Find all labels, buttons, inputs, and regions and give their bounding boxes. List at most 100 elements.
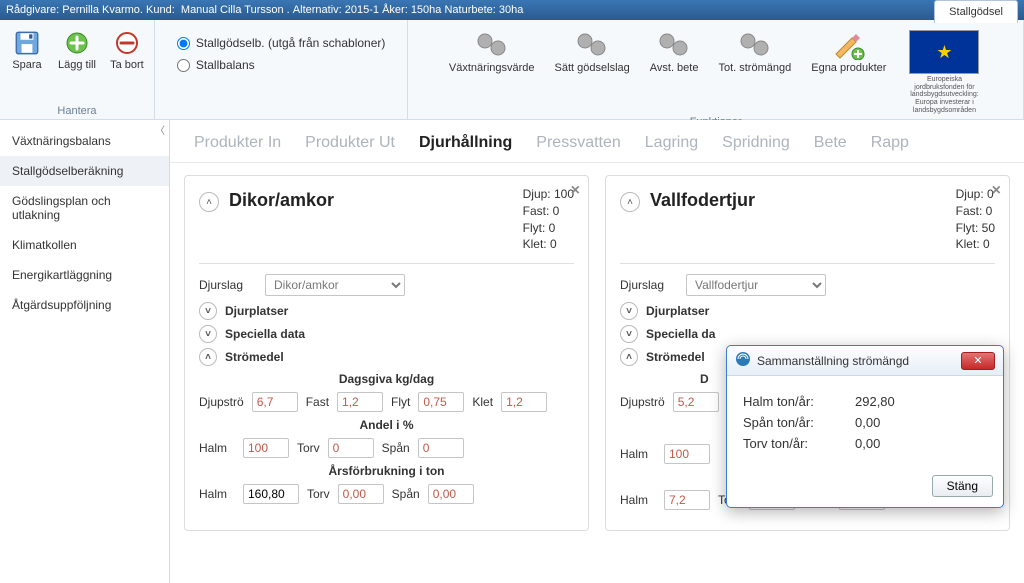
fast-label: Fast <box>306 395 329 409</box>
customer-label: Kund: <box>146 0 175 20</box>
card-dikor-amkor: × ˄ Dikor/amkor Djup: 100 Fast: 0 Flyt: … <box>184 175 589 531</box>
card-stats: Djup: 0 Fast: 0 Flyt: 50 Klet: 0 <box>956 186 995 253</box>
toggle-speciella[interactable]: ˅ <box>199 325 217 343</box>
section-djurplatser-label: Djurplatser <box>646 304 709 318</box>
djupstro-input[interactable] <box>252 392 298 412</box>
collapse-card-toggle[interactable]: ˄ <box>199 192 219 212</box>
mode-radio-schablon-input[interactable] <box>177 37 190 50</box>
minus-circle-icon <box>114 30 140 56</box>
tab-produkter-in[interactable]: Produkter In <box>194 134 281 152</box>
ars-span-label: Spån <box>392 487 420 501</box>
add-label: Lägg till <box>58 59 96 71</box>
subtabs: Produkter In Produkter Ut Djurhållning P… <box>170 120 1024 163</box>
andel-span-label: Spån <box>382 441 410 455</box>
tab-bete[interactable]: Bete <box>814 134 847 152</box>
djurslag-label: Djurslag <box>620 278 678 292</box>
section-stromedel-label: Strömedel <box>646 350 705 364</box>
djurslag-select[interactable]: Vallfodertjur <box>686 274 826 296</box>
djurslag-select[interactable]: Dikor/amkor <box>265 274 405 296</box>
djupstro-label: Djupströ <box>620 395 665 409</box>
sidebar: 〈 Växtnäringsbalans Stallgödselberäkning… <box>0 120 170 583</box>
alt-label: Alternativ: <box>293 0 342 20</box>
tab-lagring[interactable]: Lagring <box>645 134 698 152</box>
mode-radio-schablon[interactable]: Stallgödselb. (utgå från schabloner) <box>177 36 385 50</box>
card-stats: Djup: 100 Fast: 0 Flyt: 0 Klet: 0 <box>523 186 574 253</box>
remove-button[interactable]: Ta bort <box>110 30 144 71</box>
collapse-card-toggle[interactable]: ˄ <box>620 192 640 212</box>
collapse-sidebar-icon[interactable]: 〈 <box>155 122 165 137</box>
dagsgiva-header: Dagsgiva kg/dag <box>199 372 574 386</box>
close-card-icon[interactable]: × <box>992 182 1001 200</box>
func-label-2: Sätt gödselslag <box>555 62 630 74</box>
flyt-input[interactable] <box>418 392 464 412</box>
andel-span-input[interactable] <box>418 438 464 458</box>
andel-halm-input[interactable] <box>664 444 710 464</box>
func-egna-produkter[interactable]: Egna produkter <box>811 30 886 74</box>
ars-halm-input[interactable] <box>664 490 710 510</box>
ribbon: Spara Lägg till Ta bort Hantera Stallgöd… <box>0 20 1024 120</box>
mode-radio-stallbalans[interactable]: Stallbalans <box>177 58 255 72</box>
andel-header: Andel i % <box>199 418 574 432</box>
tab-pressvatten[interactable]: Pressvatten <box>536 134 620 152</box>
ribbon-tab-stallgodsel[interactable]: Stallgödsel <box>934 0 1018 23</box>
modal-row-halm-value: 292,80 <box>855 394 895 409</box>
func-label-1: Växtnäringsvärde <box>449 62 535 74</box>
modal-close-button[interactable]: ✕ <box>961 352 995 370</box>
func-vaxtnaringsvarde[interactable]: Växtnäringsvärde <box>449 30 535 74</box>
tab-spridning[interactable]: Spridning <box>722 134 790 152</box>
mode-radio-stallbalans-input[interactable] <box>177 59 190 72</box>
remove-label: Ta bort <box>110 59 144 71</box>
toggle-stromedel[interactable]: ˄ <box>199 348 217 366</box>
ars-span-input[interactable] <box>428 484 474 504</box>
toggle-djurplatser[interactable]: ˅ <box>199 302 217 320</box>
stat-fast: Fast: 0 <box>956 203 995 220</box>
andel-halm-input[interactable] <box>243 438 289 458</box>
tab-produkter-ut[interactable]: Produkter Ut <box>305 134 395 152</box>
card-title: Dikor/amkor <box>229 186 334 211</box>
close-card-icon[interactable]: × <box>571 182 580 200</box>
stat-klet: Klet: 0 <box>523 236 574 253</box>
stat-fast: Fast: 0 <box>523 203 574 220</box>
mode-radio-stallbalans-label: Stallbalans <box>196 58 255 72</box>
sidebar-item-klimatkollen[interactable]: Klimatkollen <box>0 230 169 260</box>
tab-djurhallning[interactable]: Djurhållning <box>419 134 512 152</box>
gears-icon <box>474 30 510 60</box>
advisor-label: Rådgivare: <box>6 0 59 20</box>
andel-torv-input[interactable] <box>328 438 374 458</box>
add-button[interactable]: Lägg till <box>58 30 96 71</box>
klet-input[interactable] <box>501 392 547 412</box>
modal-close-stang-button[interactable]: Stäng <box>932 475 993 497</box>
func-satt-godselslag[interactable]: Sätt gödselslag <box>555 30 630 74</box>
advisor-value: Pernilla Kvarmo. <box>62 0 143 20</box>
func-avst-bete[interactable]: Avst. bete <box>650 30 699 74</box>
djurslag-label: Djurslag <box>199 278 257 292</box>
modal-titlebar[interactable]: Sammanställning strömängd ✕ <box>727 346 1003 376</box>
modal-row-span-value: 0,00 <box>855 415 880 430</box>
func-tot-stromangd[interactable]: Tot. strömängd <box>718 30 791 74</box>
stat-djup: Djup: 100 <box>523 186 574 203</box>
ribbon-group-mode: Stallgödselb. (utgå från schabloner) Sta… <box>155 20 408 119</box>
toggle-djurplatser[interactable]: ˅ <box>620 302 638 320</box>
ars-torv-label: Torv <box>307 487 330 501</box>
djupstro-input[interactable] <box>673 392 719 412</box>
sidebar-item-stallgodselberakning[interactable]: Stallgödselberäkning <box>0 156 169 186</box>
ars-halm-label: Halm <box>620 493 656 507</box>
sidebar-item-energikartlaggning[interactable]: Energikartläggning <box>0 260 169 290</box>
sidebar-item-vaxtnaringsbalans[interactable]: Växtnäringsbalans <box>0 126 169 156</box>
section-speciella-label: Speciella data <box>225 327 305 341</box>
sidebar-item-atgardsuppfoljning[interactable]: Åtgärdsuppföljning <box>0 290 169 320</box>
save-button[interactable]: Spara <box>10 30 44 71</box>
andel-torv-label: Torv <box>297 441 320 455</box>
gears-icon <box>737 30 773 60</box>
tab-rapp[interactable]: Rapp <box>871 134 909 152</box>
toggle-speciella[interactable]: ˅ <box>620 325 638 343</box>
modal-footer: Stäng <box>727 469 1003 507</box>
modal-row-span-label: Spån ton/år: <box>743 415 843 430</box>
toggle-stromedel[interactable]: ˄ <box>620 348 638 366</box>
plus-circle-icon <box>64 30 90 56</box>
ars-torv-input[interactable] <box>338 484 384 504</box>
sidebar-item-godslingsplan[interactable]: Gödslingsplan och utlakning <box>0 186 169 230</box>
ars-halm-input[interactable] <box>243 484 299 504</box>
customer-value: Manual Cilla Tursson . <box>181 0 290 20</box>
fast-input[interactable] <box>337 392 383 412</box>
